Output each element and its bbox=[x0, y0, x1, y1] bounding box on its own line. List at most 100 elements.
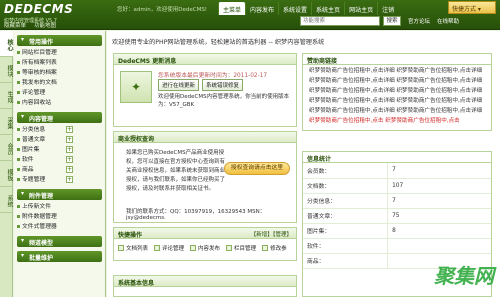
stat-value: 7 bbox=[387, 193, 491, 209]
quick-item-label: 栏目管理 bbox=[234, 246, 257, 252]
categories-icon bbox=[226, 245, 233, 251]
search-input[interactable] bbox=[300, 16, 380, 26]
table-row: 软件： bbox=[303, 238, 491, 254]
quick-ops-links[interactable]: 【新增】【管理】 bbox=[251, 230, 292, 238]
stat-value: 107 bbox=[387, 178, 491, 194]
tab-logout[interactable]: 注销 bbox=[377, 2, 398, 15]
quick-comments[interactable]: 评论管理 bbox=[154, 244, 184, 252]
add-icon[interactable]: + bbox=[66, 136, 73, 143]
menu-item-articles[interactable]: 普通文章 + bbox=[14, 135, 105, 145]
tab-system[interactable]: 系统 bbox=[0, 187, 13, 213]
stat-value bbox=[387, 238, 491, 254]
tab-settings[interactable]: 系统设置 bbox=[278, 2, 311, 15]
user-greeting: 您好：admin，欢迎使用DedeCMS! bbox=[117, 7, 208, 13]
menu-item-pending[interactable]: 等审核的档案 bbox=[14, 68, 105, 78]
sponsor-row[interactable]: 织梦赞助商广告位招租中,点击详细 织梦赞助商广告位招租中,点击详细 bbox=[303, 85, 491, 95]
sponsor-row[interactable]: 织梦赞助商广告位招租中,点击详细 织梦赞助商广告位招租中,点击详细 bbox=[303, 95, 491, 105]
menu-item-software[interactable]: 软件 + bbox=[14, 155, 105, 165]
stat-value: 7 bbox=[387, 163, 491, 179]
sponsor-row[interactable]: 织梦赞助商广告位招租中,点击详细 织梦赞助商广告位招租中,点击详细 bbox=[303, 105, 491, 115]
tab-modules[interactable]: 模块 bbox=[0, 57, 13, 83]
menu-item-categories[interactable]: 网站栏目管理 bbox=[14, 48, 105, 58]
menu-item-comments[interactable]: 评论管理 bbox=[14, 88, 105, 98]
menu-item-classified[interactable]: 分类信息 + bbox=[14, 125, 105, 135]
menu-item-label: 商品 bbox=[22, 167, 34, 173]
quick-categories[interactable]: 栏目管理 bbox=[226, 244, 256, 252]
update-buttons: 进行在线更新 系统错误修复 bbox=[158, 79, 244, 91]
menu-item-attachment-data[interactable]: 附件数据管理 bbox=[14, 212, 105, 222]
search-button[interactable]: 搜索 bbox=[383, 16, 401, 26]
tab-system-home[interactable]: 系统主页 bbox=[311, 2, 344, 15]
menu-item-recycle[interactable]: 内容回收站 bbox=[14, 98, 105, 108]
stats-table: 会员数： 7 文档数： 107 分类信息： 7 普通文章： 75 图片集： 8 软件： 商… bbox=[303, 163, 491, 269]
menu-item-topics[interactable]: 专题管理 + bbox=[14, 175, 105, 185]
stat-label: 商品： bbox=[303, 253, 388, 269]
quick-doc-list[interactable]: 文档列表 bbox=[118, 244, 148, 252]
menu-group-attachments[interactable]: 附件管理 bbox=[17, 189, 102, 200]
tab-main-menu[interactable]: 主菜单 bbox=[218, 2, 246, 15]
search-bar: 搜索 官方论坛 在线帮助 bbox=[300, 16, 459, 26]
menu-item-file-manager[interactable]: 文件式管理器 bbox=[14, 222, 105, 232]
tab-templates[interactable]: 模板 bbox=[0, 161, 13, 187]
menu-item-my-docs[interactable]: 我发布的文档 bbox=[14, 78, 105, 88]
sponsor-row[interactable]: 织梦赞助商广告位招租中,点击详细 织梦赞助商广告位招租中,点击详细 bbox=[303, 75, 491, 85]
menu-item-label: 图片集 bbox=[22, 147, 40, 153]
update-panel: DedeCMS 更新消息 ✦ 您系统版本最后更新时间为：2011-02-17 进… bbox=[113, 53, 297, 127]
sysinfo-title: 系统基本信息 bbox=[114, 276, 296, 287]
dedecms-logo-icon: ✦ bbox=[120, 71, 152, 103]
menu-group-channel-models[interactable]: 频道模型 bbox=[17, 236, 102, 247]
quick-ops-title: 快捷操作 【新增】【管理】 bbox=[114, 228, 296, 239]
stat-value: 75 bbox=[387, 208, 491, 224]
license-panel: 商业授权查询 如果您已购买DedeCMS产品商业使用授权，您可以直接在官方授权中… bbox=[113, 131, 297, 223]
function-map-link[interactable]: 功能地图 bbox=[34, 21, 56, 29]
hide-menu-link[interactable]: 隐藏菜单 bbox=[4, 21, 26, 29]
stats-title: 信息统计 bbox=[303, 152, 491, 163]
menu-item-label: 分类信息 bbox=[22, 127, 46, 133]
menu-item-all-docs[interactable]: 所有档案列表 bbox=[14, 58, 105, 68]
main-nav: 主菜单 内容发布 系统设置 系统主页 网站主页 注销 bbox=[218, 2, 398, 15]
tab-publish[interactable]: 内容发布 bbox=[245, 2, 278, 15]
top-links: 隐藏菜单 功能地图 bbox=[4, 21, 56, 29]
add-icon[interactable]: + bbox=[66, 126, 73, 133]
menu-item-upload[interactable]: 上传新文件 bbox=[14, 202, 105, 212]
menu-item-label: 专题管理 bbox=[22, 177, 46, 183]
top-header: DEDECMS 织梦内容管理系统 V5.7 隐藏菜单 功能地图 您好：admin… bbox=[0, 0, 500, 30]
help-link[interactable]: 在线帮助 bbox=[437, 17, 459, 25]
menu-group-batch[interactable]: 批量维护 bbox=[17, 251, 102, 262]
stat-label: 软件： bbox=[303, 238, 388, 254]
sponsor-title: 赞助商链接 bbox=[303, 54, 491, 65]
quick-edit[interactable]: 修改参 bbox=[262, 244, 287, 252]
menu-group-content[interactable]: 内容管理 bbox=[17, 112, 102, 123]
quick-item-label: 内容发布 bbox=[198, 246, 221, 252]
add-icon[interactable]: + bbox=[66, 156, 73, 163]
tab-core[interactable]: 核心 bbox=[0, 31, 13, 57]
tab-generate[interactable]: 生成 bbox=[0, 83, 13, 109]
tab-site-home[interactable]: 网站主页 bbox=[344, 2, 377, 15]
comments-icon bbox=[154, 245, 161, 251]
add-icon[interactable]: + bbox=[66, 146, 73, 153]
update-panel-title: DedeCMS 更新消息 bbox=[114, 54, 296, 65]
online-update-button[interactable]: 进行在线更新 bbox=[158, 79, 200, 91]
menu-group-common[interactable]: 常用操作 bbox=[17, 35, 102, 46]
license-text: 如果您已购买DedeCMS产品商业使用授权，您可以直接在官方授权中心查询到有关商… bbox=[126, 150, 226, 192]
quick-menu-button[interactable]: 快捷方式 ▾ bbox=[448, 1, 496, 14]
watermark-logo: 聚集网 bbox=[434, 264, 494, 288]
sponsor-row-highlight[interactable]: 织梦赞助商广告位招租中,点击 织梦赞助商广告位招租中,点击 bbox=[303, 115, 491, 125]
menu-item-products[interactable]: 商品 + bbox=[14, 165, 105, 175]
add-icon[interactable]: + bbox=[66, 176, 73, 183]
tab-collect[interactable]: 采集 bbox=[0, 109, 13, 135]
edit-icon bbox=[262, 245, 269, 251]
forum-link[interactable]: 官方论坛 bbox=[408, 17, 430, 25]
quick-publish[interactable]: 内容发布 bbox=[190, 244, 220, 252]
publish-icon bbox=[190, 245, 197, 251]
menu-item-images[interactable]: 图片集 + bbox=[14, 145, 105, 155]
sponsor-panel: 赞助商链接 织梦赞助商广告位招租中,点击详细 织梦赞助商广告位招租中,点击详细 … bbox=[302, 53, 492, 131]
tab-members[interactable]: 会员 bbox=[0, 135, 13, 161]
add-icon[interactable]: + bbox=[66, 166, 73, 173]
sponsor-row[interactable]: 织梦赞助商广告位招租中,点击详细 织梦赞助商广告位招租中,点击详细 bbox=[303, 65, 491, 75]
license-panel-title: 商业授权查询 bbox=[114, 132, 296, 143]
license-query-button[interactable]: 授权查询请点击这里 bbox=[224, 162, 290, 175]
quick-item-label: 评论管理 bbox=[162, 246, 185, 252]
main-content: 欢迎使用专业的PHP网站管理系统，轻松建站的首选利器 -- 织梦内容管理系统 D… bbox=[107, 31, 500, 297]
error-fix-button[interactable]: 系统错误修复 bbox=[202, 79, 244, 91]
